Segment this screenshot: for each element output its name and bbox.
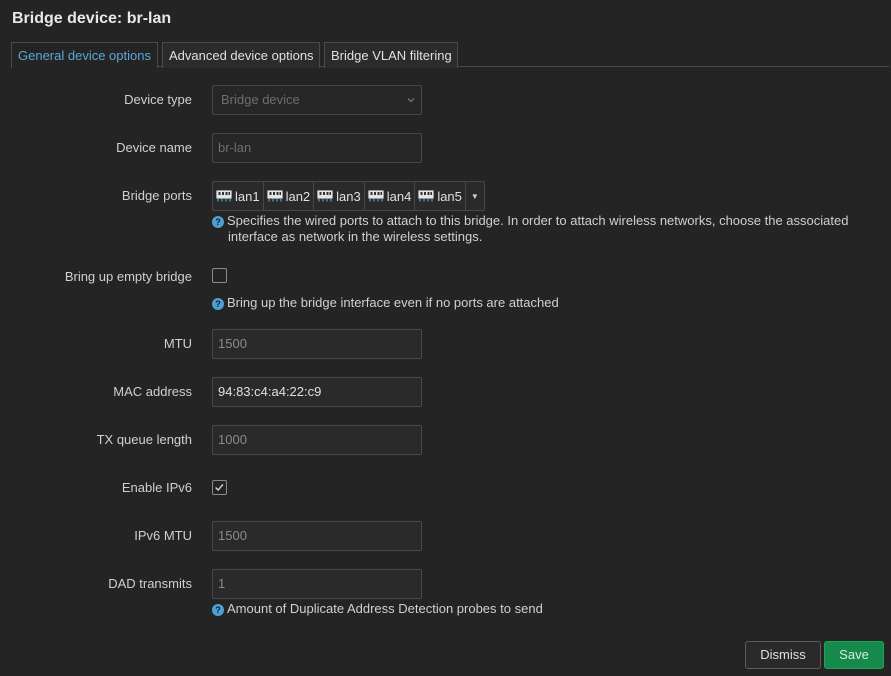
chevron-down-icon (407, 98, 415, 103)
mtu-input[interactable]: 1500 (212, 329, 422, 359)
check-icon (215, 484, 224, 492)
help-icon: ? (212, 216, 224, 228)
bridge-port-lan3: lan3 (314, 182, 365, 210)
bridge-port-label: lan3 (336, 188, 361, 204)
ethernet-port-icon (367, 190, 384, 202)
chevron-down-icon[interactable]: ▼ (466, 182, 484, 210)
mtu-label: MTU (163, 336, 192, 351)
device-name-label: Device name (116, 140, 192, 155)
bridge-ports-help-text: Specifies the wired ports to attach to t… (227, 213, 849, 228)
dad-help-text: Amount of Duplicate Address Detection pr… (227, 601, 543, 616)
ethernet-port-icon (266, 190, 283, 202)
ethernet-port-icon (317, 190, 334, 202)
empty-bridge-checkbox[interactable] (212, 268, 227, 283)
empty-bridge-help-text: Bring up the bridge interface even if no… (227, 295, 559, 310)
device-type-label: Device type (124, 92, 192, 107)
bridge-port-label: lan4 (386, 188, 412, 204)
bridge-ports-help: ? Specifies the wired ports to attach to … (212, 213, 862, 245)
help-icon: ? (212, 298, 224, 310)
dad-input[interactable]: 1 (212, 569, 422, 599)
dad-label: DAD transmits (108, 576, 192, 591)
txqueue-label: TX queue length (96, 432, 192, 447)
bridge-ports-label: Bridge ports (121, 188, 192, 203)
tab-vlan[interactable]: Bridge VLAN filtering (324, 42, 458, 68)
device-type-select[interactable]: Bridge device (212, 85, 422, 115)
mac-input[interactable]: 94:83:c4:a4:22:c9 (212, 377, 422, 407)
bridge-port-lan2: lan2 (264, 182, 315, 210)
mac-label: MAC address (113, 384, 192, 399)
device-name-input[interactable]: br-lan (212, 133, 422, 163)
empty-bridge-help: ? Bring up the bridge interface even if n… (212, 295, 862, 311)
dad-help: ? Amount of Duplicate Address Detection p… (212, 601, 862, 617)
tab-advanced[interactable]: Advanced device options (162, 42, 320, 68)
bridge-port-lan1: lan1 (213, 182, 264, 210)
bridge-port-lan5: lan5 (415, 182, 466, 210)
bridge-port-label: lan5 (437, 188, 462, 204)
ipv6-label: Enable IPv6 (121, 480, 192, 495)
help-icon: ? (212, 604, 224, 616)
bridge-ports-dropdown[interactable]: lan1 lan2 lan3 lan4 lan5 ▼ (212, 181, 485, 211)
ipv6-checkbox[interactable] (212, 480, 227, 495)
bridge-port-lan4: lan4 (365, 182, 416, 210)
ethernet-port-icon (216, 190, 232, 202)
txqueue-input[interactable]: 1000 (212, 425, 422, 455)
empty-bridge-label: Bring up empty bridge (64, 269, 192, 284)
ipv6-mtu-input[interactable]: 1500 (212, 521, 422, 551)
bridge-port-label: lan2 (285, 188, 311, 204)
bridge-port-label: lan1 (235, 188, 260, 204)
ethernet-port-icon (418, 190, 435, 202)
ipv6-mtu-label: IPv6 MTU (134, 528, 192, 543)
bridge-ports-help-text-2: interface as network in the wireless set… (228, 229, 483, 244)
tab-general[interactable]: General device options (11, 42, 158, 68)
tab-bar: General device options Advanced device o… (11, 42, 889, 68)
dismiss-button[interactable]: Dismiss (745, 641, 821, 669)
page-title: Bridge device: br-lan (12, 10, 172, 27)
device-type-value: Bridge device (221, 92, 300, 107)
save-button[interactable]: Save (824, 641, 884, 669)
